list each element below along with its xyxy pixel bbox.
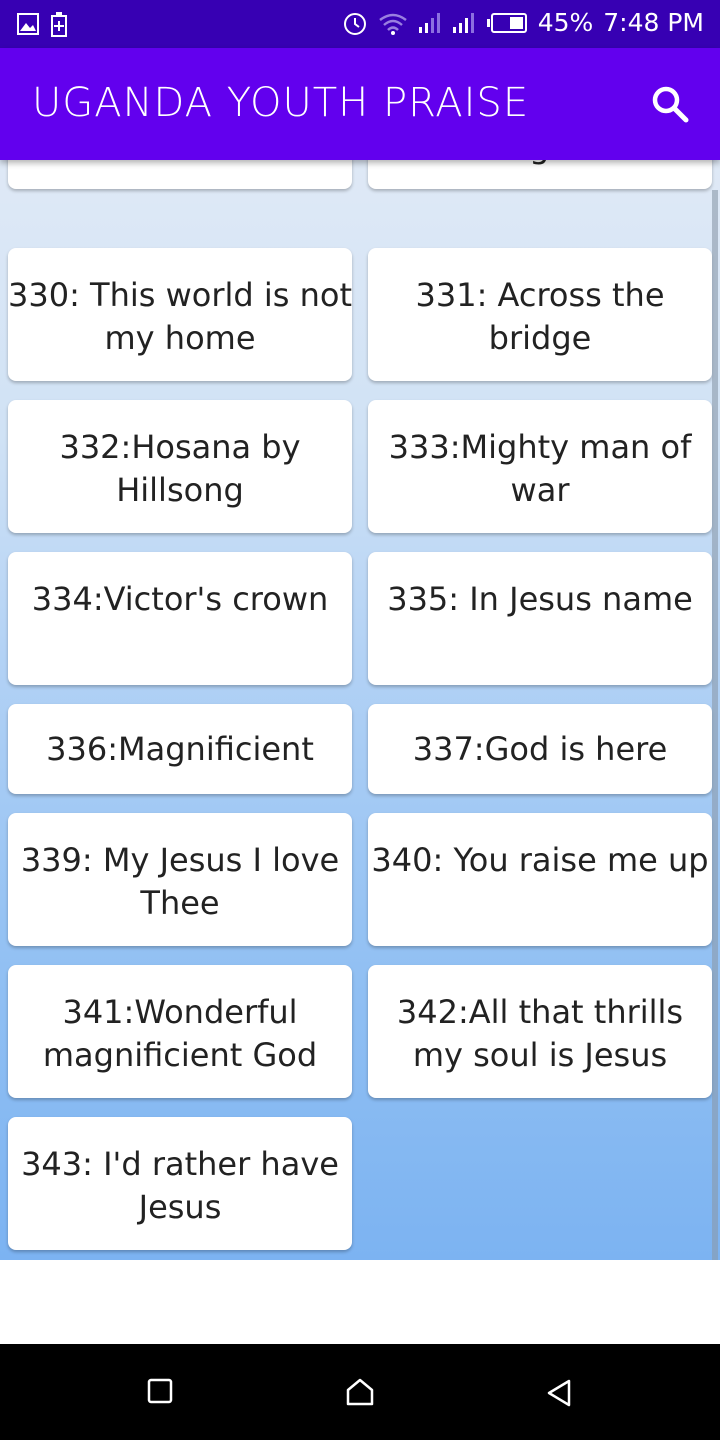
song-card[interactable]: high. bbox=[368, 160, 712, 189]
navigation-bar bbox=[0, 1344, 720, 1440]
song-card[interactable]: 330: This world is not my home bbox=[8, 248, 352, 381]
song-card[interactable]: 342:All that thrills my soul is Jesus bbox=[368, 965, 712, 1098]
song-card[interactable]: 335: In Jesus name bbox=[368, 552, 712, 685]
song-card[interactable]: 334:Victor's crown bbox=[8, 552, 352, 685]
status-bar: 45% 7:48 PM bbox=[0, 0, 720, 48]
battery-charging-icon bbox=[51, 12, 67, 37]
app-title: UGANDA YOUTH PRAISE bbox=[32, 80, 530, 126]
home-icon[interactable] bbox=[345, 1378, 375, 1410]
song-card[interactable]: 332:Hosana by Hillsong bbox=[8, 400, 352, 533]
battery-percent: 45% bbox=[537, 8, 594, 37]
song-list[interactable]: high. 330: This world is not my home331: … bbox=[0, 160, 720, 1260]
signal-icon bbox=[452, 12, 474, 33]
app-bar: UGANDA YOUTH PRAISE bbox=[0, 48, 720, 160]
song-card[interactable] bbox=[8, 160, 352, 189]
song-card[interactable]: 331: Across the bridge bbox=[368, 248, 712, 381]
song-card[interactable]: 337:God is here bbox=[368, 704, 712, 794]
battery-icon bbox=[486, 12, 527, 33]
song-card[interactable]: 333:Mighty man of war bbox=[368, 400, 712, 533]
signal-icon bbox=[418, 12, 440, 33]
recents-icon[interactable] bbox=[147, 1378, 173, 1408]
scrollbar[interactable] bbox=[712, 190, 718, 1260]
back-icon[interactable] bbox=[545, 1378, 573, 1412]
wifi-icon bbox=[378, 13, 407, 35]
song-card[interactable]: 341:Wonderful magnificient God bbox=[8, 965, 352, 1098]
song-card[interactable]: 336:Magnificient bbox=[8, 704, 352, 794]
song-card[interactable]: 343: I'd rather have Jesus bbox=[8, 1117, 352, 1250]
song-card[interactable]: 339: My Jesus I love Thee bbox=[8, 813, 352, 946]
clock: 7:48 PM bbox=[603, 8, 704, 37]
search-icon[interactable] bbox=[650, 84, 690, 124]
image-icon bbox=[17, 13, 39, 35]
alarm-icon bbox=[343, 12, 366, 35]
song-card[interactable]: 340: You raise me up bbox=[368, 813, 712, 946]
